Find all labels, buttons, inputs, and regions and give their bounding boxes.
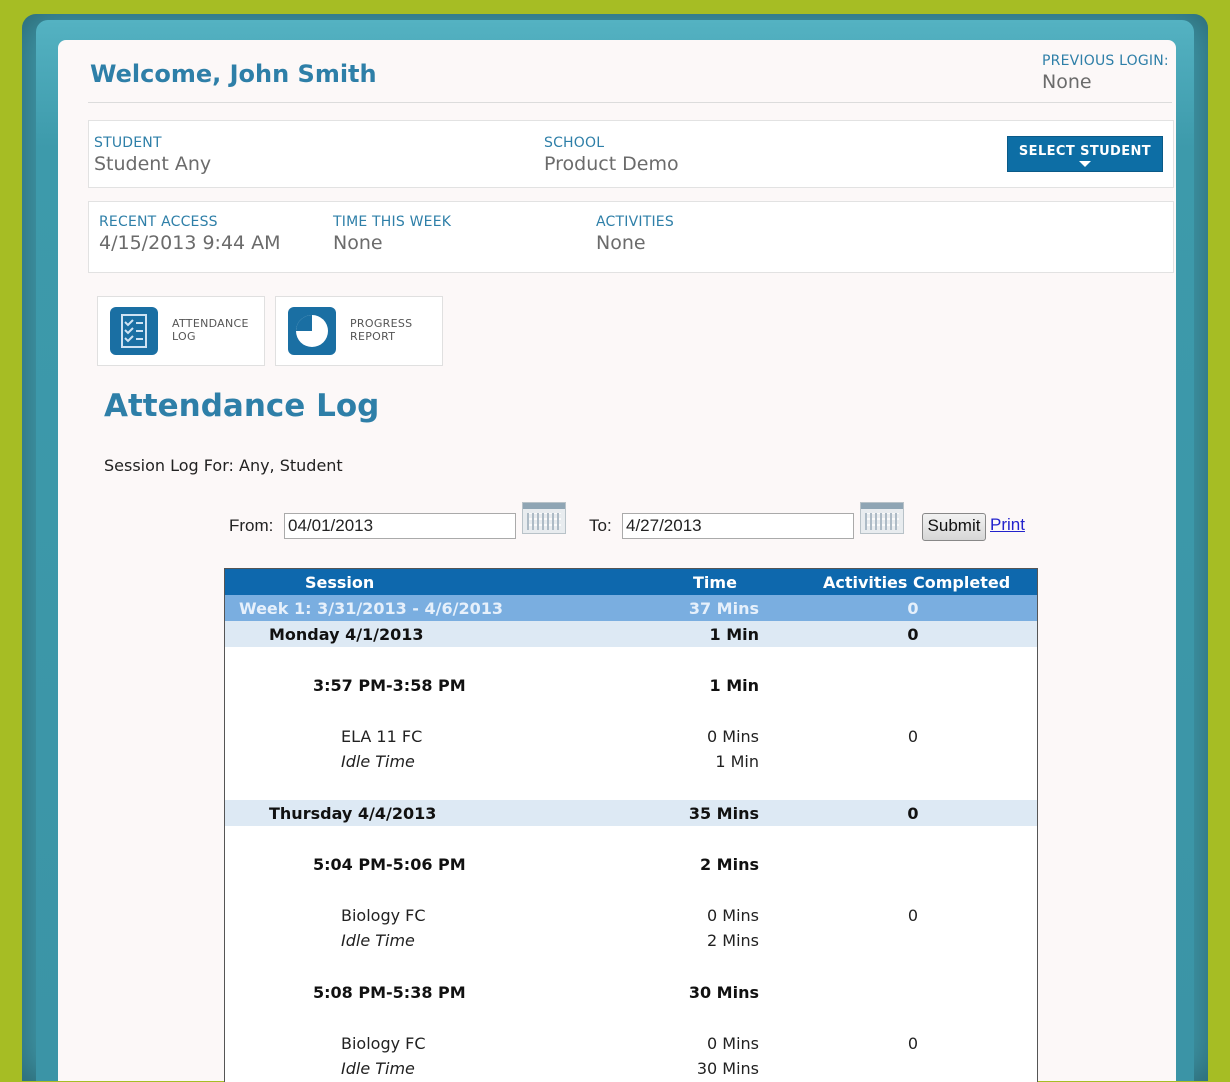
student-field: STUDENT Student Any [94,135,211,175]
student-label: STUDENT [94,135,162,151]
previous-login-value: None [1042,71,1092,93]
to-label: To: [589,516,612,535]
student-value: Student Any [94,153,212,175]
table-row: Thursday 4/4/2013 35 Mins 0 [225,800,1037,826]
school-label: SCHOOL [544,135,605,151]
table-row: 5:04 PM-5:06 PM 2 Mins [313,855,759,874]
divider [88,102,1172,103]
table-row: Idle Time 2 Mins [341,931,759,950]
stats-box: RECENT ACCESS 4/15/2013 9:44 AM TIME THI… [88,201,1174,273]
caret-down-icon [1079,161,1091,167]
progress-report-tile[interactable]: PROGRESS REPORT [275,296,443,366]
table-row: Idle Time 1 Min [341,752,759,771]
activities-value: None [596,232,646,254]
checklist-icon [110,307,158,355]
table-row: 3:57 PM-3:58 PM 1 Min [313,676,759,695]
table-row: Biology FC 0 Mins 0 [341,1034,919,1053]
school-value: Product Demo [544,153,679,175]
activities-label: ACTIVITIES [596,214,674,230]
print-link[interactable]: Print [990,515,1025,535]
recent-access-label: RECENT ACCESS [99,214,218,230]
pie-chart-icon [288,307,336,355]
select-student-label: SELECT STUDENT [1018,144,1152,159]
submit-button[interactable]: Submit [922,513,986,541]
to-date-input[interactable]: 4/27/2013 [622,513,854,539]
time-week-value: None [333,232,383,254]
school-field: SCHOOL Product Demo [544,135,679,175]
table-row: ELA 11 FC 0 Mins 0 [341,727,919,746]
week-row: Week 1: 3/31/2013 - 4/6/2013 37 Mins 0 [225,595,1037,621]
attendance-log-label: ATTENDANCE LOG [172,317,249,343]
page-title: Attendance Log [104,388,380,424]
from-date-input[interactable]: 04/01/2013 [284,513,516,539]
header-time: Time [693,573,737,592]
main-page: Welcome, John Smith PREVIOUS LOGIN: None… [58,40,1176,1082]
previous-login: PREVIOUS LOGIN: None [1042,53,1172,93]
header-activities: Activities Completed [823,573,1011,592]
time-week-label: TIME THIS WEEK [333,214,452,230]
week-activities: 0 [907,599,919,618]
progress-report-label: PROGRESS REPORT [350,317,413,343]
header-session: Session [305,573,375,592]
activities-field: ACTIVITIES None [596,214,674,254]
table-row: Monday 4/1/2013 1 Min 0 [225,621,1037,647]
previous-login-label: PREVIOUS LOGIN: [1042,53,1169,69]
recent-access-field: RECENT ACCESS 4/15/2013 9:44 AM [99,214,281,254]
session-log-for: Session Log For: Any, Student [104,456,343,475]
attendance-log-tile[interactable]: ATTENDANCE LOG [97,296,265,366]
calendar-icon[interactable] [860,502,904,534]
week-time: 37 Mins [688,599,759,618]
table-row: Biology FC 0 Mins 0 [341,906,919,925]
week-label: Week 1: 3/31/2013 - 4/6/2013 [239,599,503,618]
table-header: Session Time Activities Completed [225,569,1037,595]
welcome-title: Welcome, John Smith [90,60,377,88]
calendar-icon[interactable] [522,502,566,534]
select-student-button[interactable]: SELECT STUDENT [1007,136,1163,172]
attendance-table: Session Time Activities Completed Week 1… [224,568,1038,1082]
from-label: From: [229,516,274,535]
recent-access-value: 4/15/2013 9:44 AM [99,232,281,254]
table-row: Idle Time 30 Mins [341,1059,759,1078]
time-week-field: TIME THIS WEEK None [333,214,451,254]
table-row: 5:08 PM-5:38 PM 30 Mins [313,983,759,1002]
